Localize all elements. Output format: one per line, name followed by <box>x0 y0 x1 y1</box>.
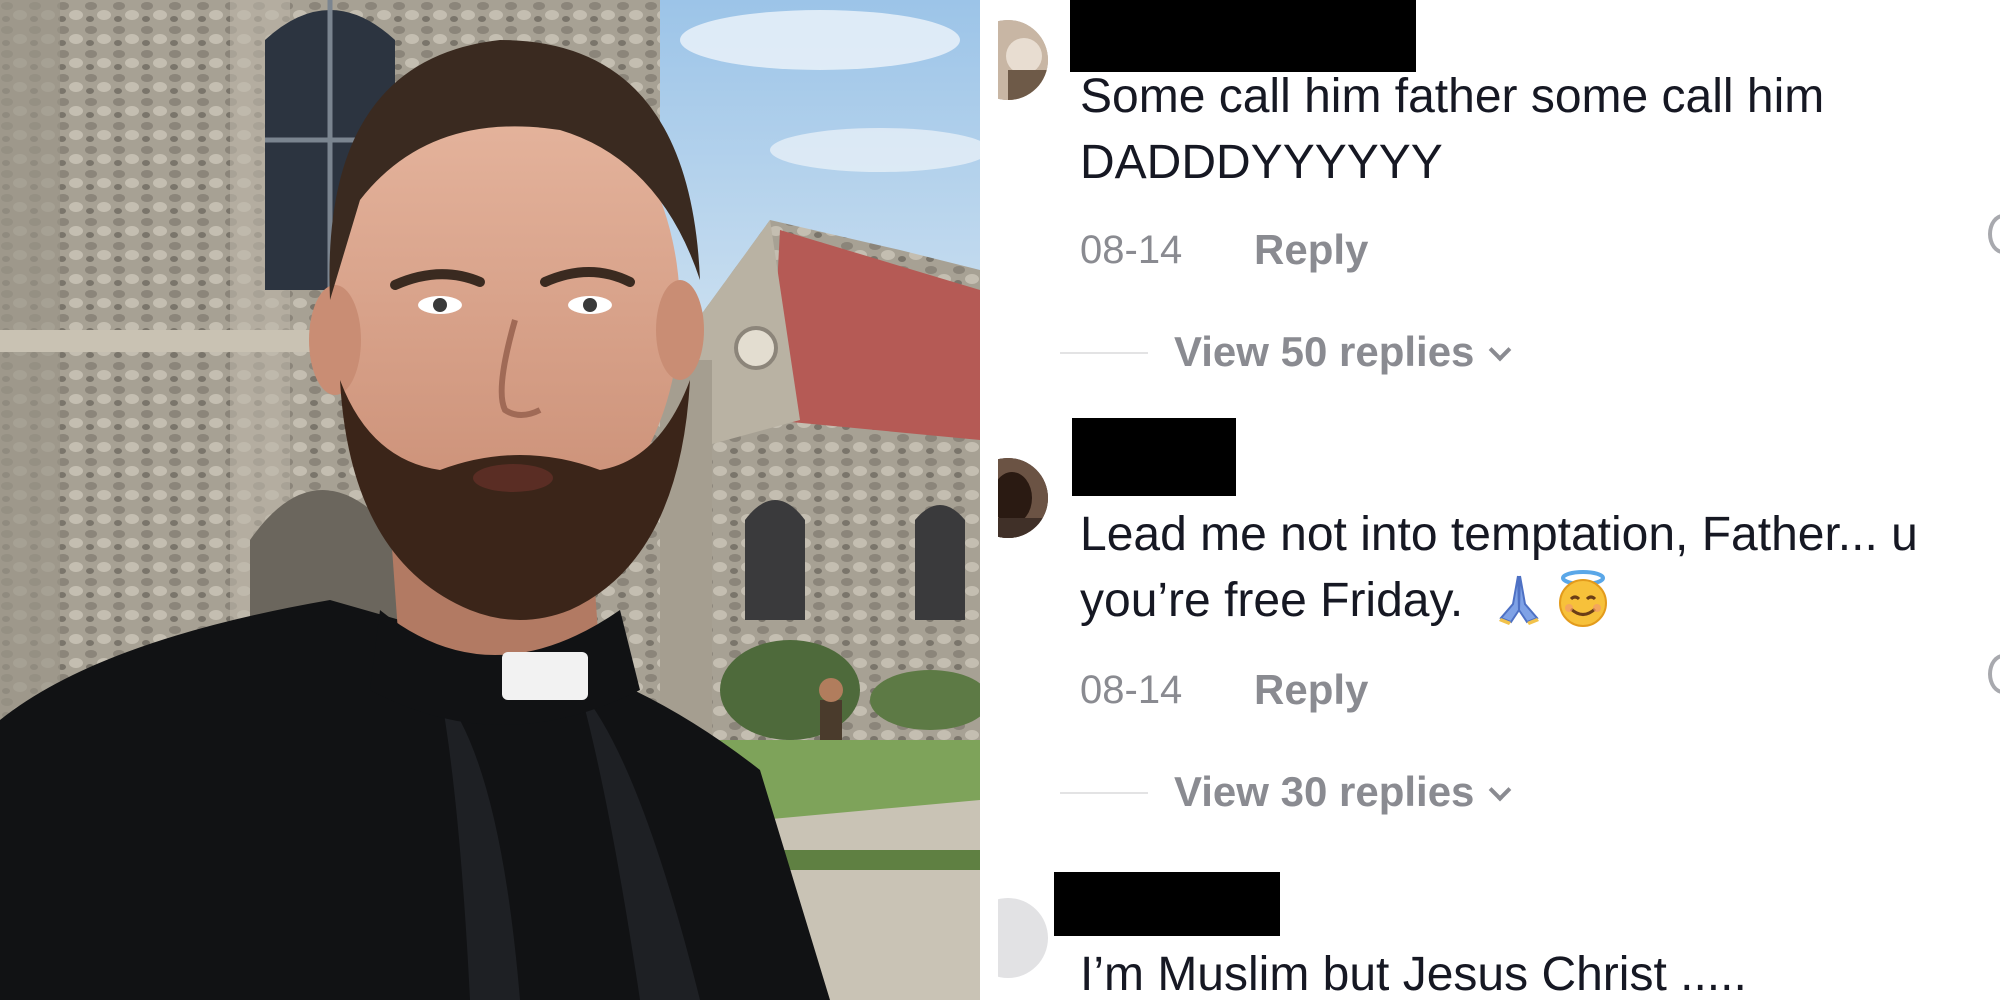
comment-date: 08-14 <box>1080 228 1183 272</box>
like-heart-icon[interactable] <box>1988 654 2000 694</box>
comment-item: Lead me not into temptation, Father... u… <box>998 418 2000 858</box>
avatar-image <box>998 20 1048 100</box>
comment-date: 08-14 <box>1080 668 1183 712</box>
chevron-down-icon <box>1489 778 1512 802</box>
reply-button[interactable]: Reply <box>1254 666 1368 714</box>
comment-text-line: you’re free Friday. <box>1080 574 1464 627</box>
view-replies-label: View 30 replies <box>1174 768 1475 815</box>
comment-text-line-with-emoji: you’re free Friday. <box>1080 568 1613 634</box>
redacted-username <box>1054 872 1280 936</box>
comments-panel: Some call him father some call him DADDD… <box>998 0 2000 1000</box>
view-replies-label: View 50 replies <box>1174 328 1475 375</box>
commenter-avatar[interactable] <box>998 20 1048 100</box>
comment-text-line: Some call him father some call him <box>1080 70 1825 123</box>
like-heart-icon[interactable] <box>1988 214 2000 254</box>
reply-button[interactable]: Reply <box>1254 226 1368 274</box>
panel-divider <box>980 0 998 1000</box>
comment-text-line: Lead me not into temptation, Father... u <box>1080 508 1918 561</box>
priest-photo <box>0 0 980 1000</box>
commenter-avatar[interactable] <box>998 898 1048 978</box>
commenter-avatar[interactable] <box>998 458 1048 538</box>
comment-text-line: I’m Muslim but Jesus Christ ..... <box>1080 948 1747 1000</box>
comment-text-line: DADDDYYYYYY <box>1080 136 1443 189</box>
folded-hands-emoji-icon <box>1498 575 1539 625</box>
smiling-face-with-halo-emoji-icon <box>1558 570 1607 627</box>
avatar-image <box>998 458 1048 538</box>
view-replies-button[interactable]: View 30 replies <box>1174 768 1512 816</box>
video-still <box>0 0 980 1000</box>
thread-divider <box>1060 352 1148 354</box>
redacted-username <box>1070 0 1416 72</box>
comment-item: Some call him father some call him DADDD… <box>998 0 2000 420</box>
thread-divider <box>1060 792 1148 794</box>
comment-item: I’m Muslim but Jesus Christ ..... <box>998 872 2000 1000</box>
redacted-username <box>1072 418 1236 496</box>
view-replies-button[interactable]: View 50 replies <box>1174 328 1512 376</box>
chevron-down-icon <box>1489 338 1512 362</box>
